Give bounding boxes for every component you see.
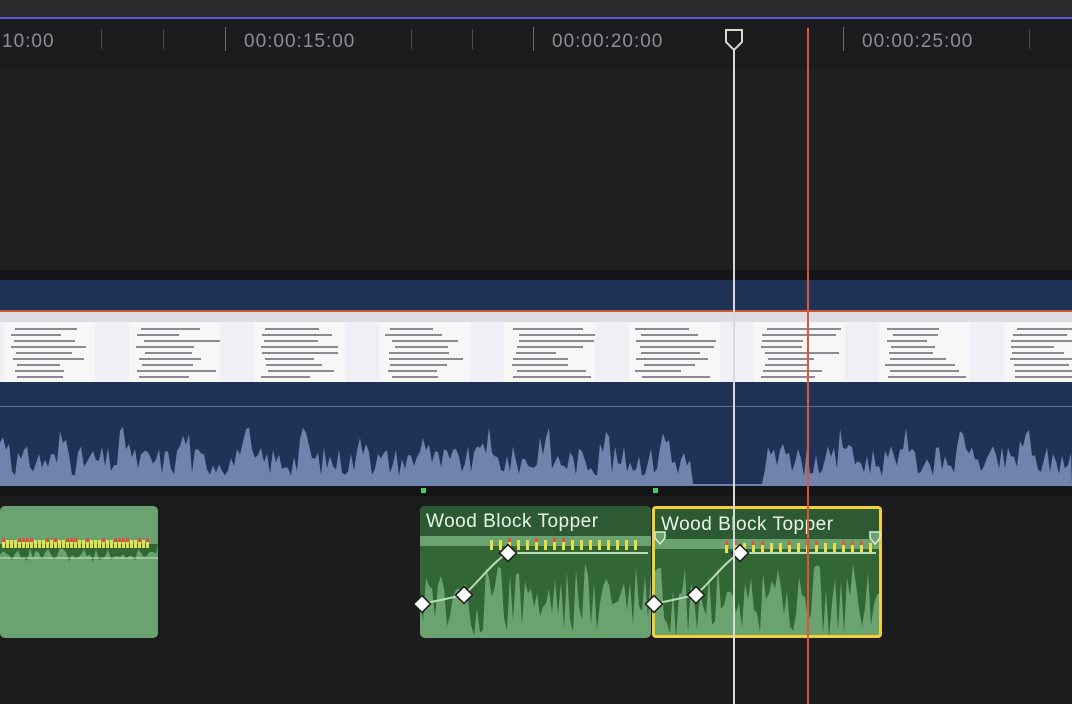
- clip-connection-marker: [421, 488, 426, 493]
- skimmer-line[interactable]: [733, 36, 735, 704]
- track-separator: [0, 270, 1072, 280]
- filmstrip-frame: [970, 312, 1072, 382]
- ruler-tick: [843, 27, 844, 51]
- audio-clip-wood-block-topper-selected[interactable]: Wood Block Topper: [652, 506, 882, 638]
- audio-clip-wood-block-topper[interactable]: Wood Block Topper: [420, 506, 651, 638]
- clip-connection-marker: [653, 488, 658, 493]
- timecode-label: 00:00:25:00: [862, 31, 974, 52]
- timeline-empty-area[interactable]: [0, 69, 1072, 270]
- playhead-line[interactable]: [807, 28, 809, 704]
- ruler-tick: [472, 29, 473, 49]
- filmstrip-frame: [345, 312, 471, 382]
- filmstrip-frame: [220, 312, 346, 382]
- timecode-label: 10:00: [2, 31, 55, 52]
- skimmer-handle-icon[interactable]: [724, 28, 744, 54]
- ruler-tick: [411, 29, 412, 49]
- ruler-tick: [101, 29, 102, 49]
- primary-audio-waveform: [0, 426, 1072, 486]
- ruler-tick: [225, 27, 226, 51]
- ruler-tick: [163, 29, 164, 49]
- audio-clip[interactable]: [0, 506, 158, 638]
- filmstrip-frame: [720, 312, 846, 382]
- ruler-tick: [1029, 29, 1030, 49]
- timeline-top-bar: [0, 0, 1072, 17]
- track-gap: [0, 486, 1072, 496]
- video-filmstrip[interactable]: [0, 310, 1072, 382]
- filmstrip-frame: [595, 312, 721, 382]
- audio-clip-waveform: [0, 538, 158, 562]
- timecode-label: 00:00:15:00: [244, 31, 356, 52]
- timecode-label: 00:00:20:00: [552, 31, 664, 52]
- filmstrip-frame: [845, 312, 971, 382]
- filmstrip-frame: [470, 312, 598, 382]
- filmstrip-frame: [95, 312, 224, 382]
- audio-clip-title: Wood Block Topper: [426, 511, 599, 532]
- timeline-ruler[interactable]: 10:00 00:00:15:00 00:00:20:00 00:00:25:0…: [0, 19, 1072, 69]
- ruler-tick: [533, 27, 534, 51]
- filmstrip-frame: [0, 312, 96, 382]
